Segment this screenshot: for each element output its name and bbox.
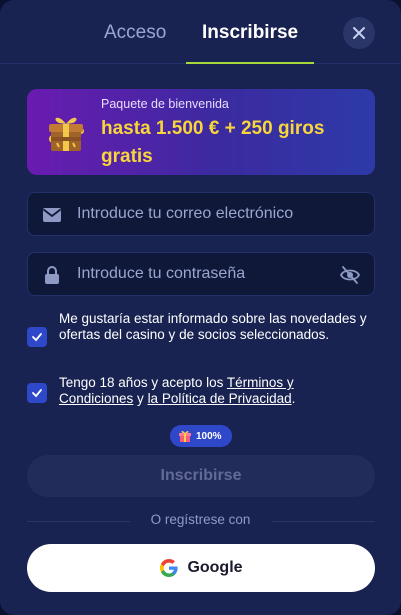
tab-signup[interactable]: Inscribirse xyxy=(202,22,298,44)
gift-icon xyxy=(49,117,84,151)
google-signin-button[interactable]: Google xyxy=(27,544,375,592)
banner-subtitle: Paquete de bienvenida xyxy=(101,97,229,111)
privacy-link[interactable]: la Política de Privacidad xyxy=(148,391,292,406)
checkmark-icon xyxy=(32,389,42,398)
signup-button[interactable]: Inscribirse xyxy=(27,455,375,497)
google-button-label: Google xyxy=(187,559,243,576)
lock-icon xyxy=(45,266,59,284)
newsletter-checkbox[interactable] xyxy=(27,327,47,347)
email-placeholder: Introduce tu correo electrónico xyxy=(77,205,294,222)
divider-text: O regístrese con xyxy=(150,512,251,527)
password-field[interactable]: Introduce tu contraseña xyxy=(27,252,375,296)
email-field[interactable]: Introduce tu correo electrónico xyxy=(27,192,375,236)
newsletter-label: Me gustaría estar informado sobre las no… xyxy=(59,311,367,342)
welcome-banner: Paquete de bienvenida hasta 1.500 € + 25… xyxy=(27,89,375,175)
terms-checkbox[interactable] xyxy=(27,383,47,403)
password-placeholder: Introduce tu contraseña xyxy=(77,265,246,282)
terms-prefix: Tengo 18 años y acepto los xyxy=(59,375,227,390)
envelope-icon xyxy=(42,208,62,222)
eye-off-icon[interactable] xyxy=(339,264,361,286)
close-icon xyxy=(353,27,365,39)
terms-label: Tengo 18 años y acepto los Términos y Co… xyxy=(59,375,371,407)
badge-text: 100% xyxy=(196,430,222,442)
google-icon xyxy=(160,559,179,577)
banner-title: hasta 1.500 € + 250 giros gratis xyxy=(101,118,325,167)
active-tab-indicator xyxy=(186,62,314,64)
auth-tabs: Acceso Inscribirse xyxy=(0,0,401,64)
close-button[interactable] xyxy=(343,17,375,49)
gift-icon xyxy=(179,430,191,442)
tab-login[interactable]: Acceso xyxy=(104,22,166,44)
checkmark-icon xyxy=(32,333,42,342)
bonus-badge: 100% xyxy=(170,425,232,447)
terms-suffix: . xyxy=(291,391,296,406)
terms-middle: y xyxy=(133,391,148,406)
signup-button-label: Inscribirse xyxy=(160,467,242,484)
signup-modal: Acceso Inscribirse Paquete de bienvenida… xyxy=(0,0,401,615)
